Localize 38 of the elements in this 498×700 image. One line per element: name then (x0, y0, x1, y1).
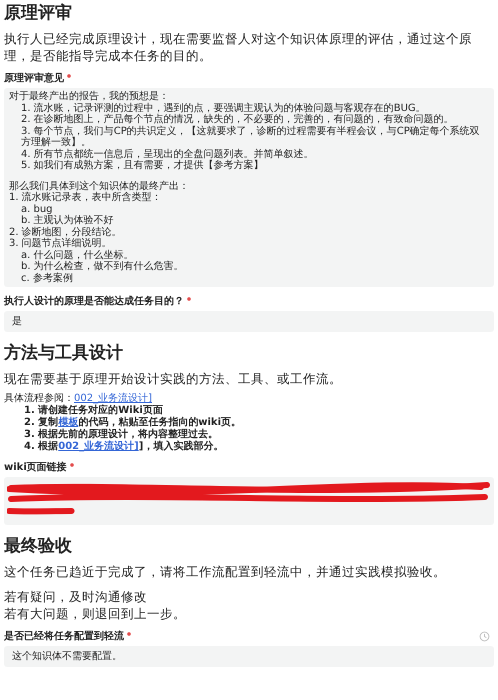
text-line: b. 为什么检查，做不到有什么危害。 (20, 261, 185, 272)
field-label: wiki页面链接 (4, 461, 67, 474)
description: 若有大问题，则退回到上一步。 (4, 605, 187, 622)
guide-step: 2. 复制模板的代码，粘贴至任务指向的wiki页。 (4, 417, 494, 429)
text-line: 4. 所有节点都统一信息后，呈现出的全盘问题列表。并简单叙述。 (20, 148, 315, 160)
description: 执行人已经完成原理设计，现在需要监督人对这个知识体原理的评估，通过这个原理，是否能指导完成本任务的目的。 (4, 30, 473, 64)
guide-step: 4. 根据002_业务流设计]]，填入实践部分。 (4, 441, 494, 453)
section-title: 原理评审 (4, 2, 73, 24)
link[interactable]: 002_业务流设计] (58, 441, 139, 452)
text-line: c. 参考案例 (20, 272, 74, 284)
guide-step: 3. 根据先前的原理设计，将内容整理过去。 (4, 429, 494, 441)
field-label: 执行人设计的原理是否能达成任务目的？ (4, 295, 184, 308)
text-line: 3. 每个节点，我们与CP的共识定义，【这就要求了，诊断的过程需要有半程会议，与CP确定每个系统双方理解一致】。 (20, 126, 481, 148)
description: 这个任务已趋近于完成了，请将工作流配置到轻流中，并通过实践模拟验收。 (4, 563, 447, 580)
answer-text: 是 (12, 316, 22, 327)
section-title: 方法与工具设计 (4, 342, 124, 364)
text-line: a. 什么问题，什么坐标。 (20, 250, 134, 260)
link[interactable]: 002_业务流设计] (74, 393, 152, 404)
link[interactable]: 模板 (58, 417, 78, 428)
text-line: 1. 流水账记录表，表中所含类型： (9, 192, 163, 204)
text-line: 3. 问题节点详细说明。 (9, 238, 113, 250)
text-line: 1. 流水账，记录评测的过程中，遇到的点，要强调主观认为的体验问题与客观存在的BUG。 (20, 102, 427, 114)
text-line: b. 主观认为体验不好 (20, 215, 115, 226)
text-line: a. bug (20, 204, 54, 214)
description: 若有疑问，及时沟通修改 (4, 588, 148, 605)
field-label: 是否已经将任务配置到轻流 (4, 630, 124, 643)
text-line: 那么我们具体到这个知识体的最终产出： (9, 180, 190, 192)
text-line: 2. 在诊断地图上，产品每个节点的情况，缺失的，不必要的，完善的，有问题的，有致命问题的。 (20, 114, 455, 126)
history-icon[interactable] (479, 631, 490, 642)
text-line: 2. 诊断地图，分段结论。 (9, 226, 123, 238)
guide-step: 1. 请创建任务对应的Wiki页面 (4, 405, 494, 417)
text-line: 对于最终产出的报告，我的预想是： (9, 91, 170, 102)
answer-text: 这个知识体不需要配置。 (12, 651, 122, 662)
guide-text: 具体流程参阅：002_业务流设计] (4, 393, 153, 404)
section-title: 最终验收 (4, 535, 73, 557)
text-line: 5. 如我们有成熟方案，且有需要，才提供【参考方案】 (20, 160, 264, 172)
field-label: 原理评审意见 (4, 72, 64, 85)
description: 现在需要基于原理开始设计实践的方法、工具、或工作流。 (4, 370, 343, 387)
